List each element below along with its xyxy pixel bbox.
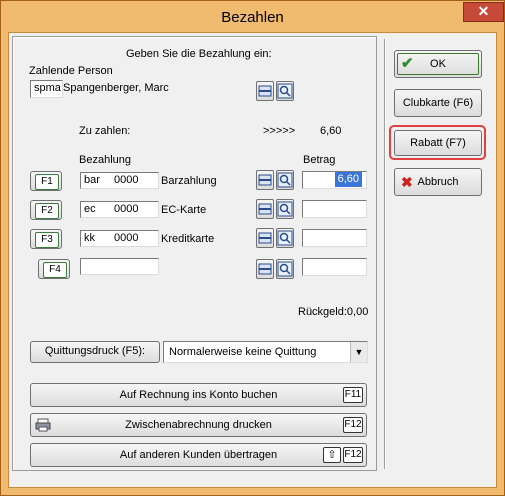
window-title: Bezahlen — [221, 9, 284, 26]
payment-label: EC-Karte — [161, 204, 207, 216]
separator — [384, 39, 386, 469]
payment-label: Barzahlung — [161, 175, 217, 187]
ok-button[interactable]: ✔ OK — [394, 50, 482, 78]
change-display: Rückgeld:0,00 — [298, 306, 368, 318]
payment-code: ec — [84, 203, 96, 215]
interim-bill-label: Zwischenabrechnung drucken — [125, 419, 272, 431]
payment-code-field[interactable]: bar 0000 — [80, 172, 159, 189]
person-name: Spangenberger, Marc — [63, 82, 169, 94]
f1-key-label: F1 — [35, 174, 59, 190]
search-icon — [277, 83, 293, 99]
search-person-button[interactable] — [276, 81, 294, 101]
amount-field[interactable] — [302, 258, 367, 276]
payment-code-field[interactable] — [80, 258, 159, 275]
f3-key-label: F3 — [35, 232, 59, 248]
calculator-button[interactable] — [256, 170, 274, 190]
close-icon: ✖ — [401, 174, 413, 190]
instruction-text: Geben Sie die Bezahlung ein: — [126, 48, 272, 60]
f4-button[interactable]: F4 — [38, 259, 70, 279]
f12-key-label: F12 — [343, 447, 363, 463]
dialog-body: Geben Sie die Bezahlung ein: Zahlende Pe… — [8, 32, 497, 488]
f4-key-label: F4 — [43, 262, 67, 278]
calculator-button[interactable] — [256, 259, 274, 279]
search-icon — [277, 172, 293, 188]
calculator-icon — [258, 232, 272, 244]
chevron-down-icon[interactable]: ▼ — [350, 342, 367, 362]
search-button[interactable] — [276, 199, 294, 219]
calculator-icon — [258, 85, 272, 97]
due-arrows: >>>>> — [263, 125, 296, 137]
interim-bill-button[interactable]: Zwischenabrechnung drucken F12 — [30, 413, 367, 437]
printer-icon — [35, 418, 51, 432]
payment-number: 0000 — [114, 232, 139, 244]
amount-field[interactable] — [302, 200, 367, 218]
payment-code-field[interactable]: ec 0000 — [80, 201, 159, 218]
calculator-icon — [258, 263, 272, 275]
check-icon: ✔ — [401, 55, 414, 72]
calculator-button[interactable] — [256, 199, 274, 219]
f12-key-label: F12 — [343, 417, 363, 433]
calculator-icon — [258, 174, 272, 186]
payment-code-field[interactable]: kk 0000 — [80, 230, 159, 247]
search-button[interactable] — [276, 259, 294, 279]
f1-button[interactable]: F1 — [30, 171, 62, 191]
change-label: Rückgeld: — [298, 306, 347, 318]
payment-number: 0000 — [114, 174, 139, 186]
payment-label: Kreditkarte — [161, 233, 215, 245]
amount-column-header: Betrag — [303, 154, 336, 166]
person-label: Zahlende Person — [29, 65, 113, 77]
payment-column-header: Bezahlung — [79, 154, 131, 166]
shift-key-icon: ⇧ — [323, 447, 341, 463]
payment-code: bar — [84, 174, 100, 186]
f2-button[interactable]: F2 — [30, 200, 62, 220]
f3-button[interactable]: F3 — [30, 229, 62, 249]
payment-code: kk — [84, 232, 95, 244]
calculator-icon — [258, 203, 272, 215]
f11-key-label: F11 — [343, 387, 363, 403]
search-icon — [277, 201, 293, 217]
title-bar: Bezahlen ✕ — [1, 1, 504, 32]
payment-number: 0000 — [114, 203, 139, 215]
change-value: 0,00 — [346, 306, 369, 318]
calculator-button[interactable] — [256, 228, 274, 248]
due-value: 6,60 — [320, 125, 342, 137]
discount-button[interactable]: Rabatt (F7) — [394, 130, 482, 156]
amount-value: 6,60 — [334, 172, 362, 187]
search-button[interactable] — [276, 228, 294, 248]
payment-dialog: Bezahlen ✕ Geben Sie die Bezahlung ein: … — [0, 0, 505, 496]
amount-field[interactable]: 6,60 — [302, 171, 367, 189]
due-label: Zu zahlen: — [79, 125, 131, 137]
calculator-button[interactable] — [256, 81, 274, 101]
receipt-select[interactable]: Normalerweise keine Quittung ▼ — [163, 341, 368, 363]
transfer-customer-button[interactable]: Auf anderen Kunden übertragen ⇧ F12 — [30, 443, 367, 467]
transfer-customer-label: Auf anderen Kunden übertragen — [119, 449, 278, 461]
book-to-account-button[interactable]: Auf Rechnung ins Konto buchen F11 — [30, 383, 367, 407]
receipt-print-button[interactable]: Quittungsdruck (F5): — [30, 341, 160, 363]
book-to-account-label: Auf Rechnung ins Konto buchen — [119, 389, 278, 401]
amount-field[interactable] — [302, 229, 367, 247]
receipt-select-value: Normalerweise keine Quittung — [169, 346, 317, 358]
person-code-field[interactable]: spma — [30, 80, 63, 98]
cancel-button[interactable]: ✖ Abbruch — [394, 168, 482, 196]
search-icon — [277, 230, 293, 246]
f2-key-label: F2 — [35, 203, 59, 219]
search-button[interactable] — [276, 170, 294, 190]
cancel-label: Abbruch — [417, 176, 459, 188]
club-card-button[interactable]: Clubkarte (F6) — [394, 89, 482, 117]
search-icon — [277, 261, 293, 277]
close-button[interactable]: ✕ — [463, 2, 504, 22]
